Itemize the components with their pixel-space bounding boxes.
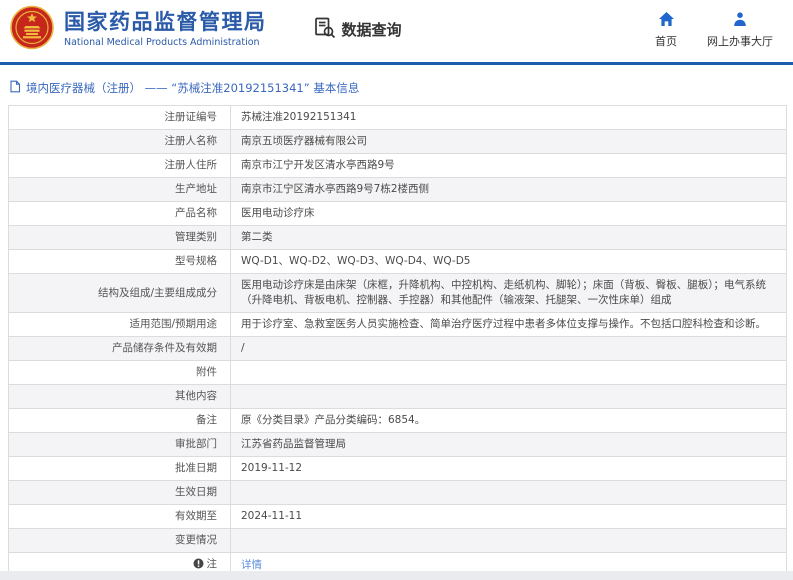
table-row: 适用范围/预期用途 用于诊疗室、急救室医务人员实施检查、简单治疗医疗过程中患者多… <box>8 312 787 337</box>
row-label: 变更情况 <box>8 528 231 553</box>
row-label-text: 管理类别 <box>175 231 217 243</box>
row-label: 生产地址 <box>8 177 231 202</box>
data-query-label: 数据查询 <box>341 21 402 39</box>
data-query-icon <box>313 16 336 43</box>
row-label-text: 注册证编号 <box>164 111 218 123</box>
row-label-text: 注 <box>206 558 218 570</box>
row-label-text: 其他内容 <box>175 390 217 402</box>
table-row: 生产地址 南京市江宁区清水亭西路9号7栋2楼西侧 <box>8 177 787 202</box>
national-emblem-logo <box>10 4 54 55</box>
row-label-text: 审批部门 <box>175 438 217 450</box>
row-label-text: 结构及组成/主要组成成分 <box>97 286 217 299</box>
site-subtitle: National Medical Products Administration <box>64 37 260 49</box>
row-label-text: 附件 <box>196 366 217 378</box>
row-value: 南京五顷医疗器械有限公司 <box>230 129 787 154</box>
table-row: 管理类别 第二类 <box>8 225 787 250</box>
row-value: 南京市江宁区清水亭西路9号7栋2楼西侧 <box>230 177 787 202</box>
row-value: 2019-11-12 <box>230 456 787 481</box>
row-label-text: 注册人名称 <box>164 135 218 147</box>
row-label: 生效日期 <box>8 480 231 505</box>
brand: 国家药品监督管理局 National Medical Products Admi… <box>10 4 267 55</box>
row-label: 备注 <box>8 408 231 433</box>
nav-service-hall-label: 网上办事大厅 <box>707 34 773 48</box>
row-label-text: 注册人住所 <box>164 159 218 171</box>
row-label: 产品储存条件及有效期 <box>8 336 231 361</box>
table-row: 审批部门 江苏省药品监督管理局 <box>8 432 787 457</box>
table-row: 批准日期 2019-11-12 <box>8 456 787 481</box>
table-row: 注册证编号 苏械注准20192151341 <box>8 105 787 130</box>
table-row: 附件 <box>8 360 787 385</box>
table-row: 注册人住所 南京市江宁开发区清水亭西路9号 <box>8 153 787 178</box>
row-label-text: 产品储存条件及有效期 <box>112 342 217 354</box>
row-value <box>230 360 787 385</box>
row-label-text: 变更情况 <box>175 534 217 546</box>
row-label: 注册证编号 <box>8 105 231 130</box>
table-row: 备注 原《分类目录》产品分类编码：6854。 <box>8 408 787 433</box>
site-header: 国家药品监督管理局 National Medical Products Admi… <box>0 0 793 65</box>
document-icon <box>9 80 21 96</box>
row-value <box>230 384 787 409</box>
row-label: 附件 <box>8 360 231 385</box>
row-value: 医用电动诊疗床是由床架（床框，升降机构、中控机构、走纸机构、脚轮）；床面（背板、… <box>230 273 787 313</box>
top-nav: 首页 网上办事大厅 <box>655 11 779 49</box>
row-value <box>230 480 787 505</box>
table-row: 型号规格 WQ-D1、WQ-D2、WQ-D3、WQ-D4、WQ-D5 <box>8 249 787 274</box>
brand-text: 国家药品监督管理局 National Medical Products Admi… <box>64 9 267 49</box>
row-label-text: 生产地址 <box>175 183 217 195</box>
row-label-text: 批准日期 <box>175 462 217 474</box>
nav-home[interactable]: 首页 <box>655 11 677 49</box>
row-value: 2024-11-11 <box>230 504 787 529</box>
table-row: 有效期至 2024-11-11 <box>8 504 787 529</box>
row-label-text: 生效日期 <box>175 486 217 498</box>
info-table-body: 注册证编号 苏械注准20192151341 注册人名称 南京五顷医疗器械有限公司… <box>8 105 787 579</box>
footer-strip <box>0 571 793 580</box>
row-label-text: 备注 <box>196 414 217 426</box>
row-label: 注册人住所 <box>8 153 231 178</box>
row-value: 苏械注准20192151341 <box>230 105 787 130</box>
row-label: 管理类别 <box>8 225 231 250</box>
nav-home-label: 首页 <box>655 34 677 48</box>
row-value: / <box>230 336 787 361</box>
row-value: 用于诊疗室、急救室医务人员实施检查、简单治疗医疗过程中患者多体位支撑与操作。不包… <box>230 312 787 337</box>
row-label: 型号规格 <box>8 249 231 274</box>
row-value: 南京市江宁开发区清水亭西路9号 <box>230 153 787 178</box>
row-label: 其他内容 <box>8 384 231 409</box>
row-value: 原《分类目录》产品分类编码：6854。 <box>230 408 787 433</box>
detail-link[interactable]: 详情 <box>241 559 262 571</box>
site-title: 国家药品监督管理局 <box>64 9 267 34</box>
row-label-text: 有效期至 <box>175 510 217 522</box>
row-label: 产品名称 <box>8 201 231 226</box>
registration-info-table: 注册证编号 苏械注准20192151341 注册人名称 南京五顷医疗器械有限公司… <box>8 105 787 579</box>
table-row: 结构及组成/主要组成成分 医用电动诊疗床是由床架（床框，升降机构、中控机构、走纸… <box>8 273 787 313</box>
row-label-text: 产品名称 <box>175 207 217 219</box>
row-label-text: 适用范围/预期用途 <box>129 318 217 330</box>
user-icon <box>732 11 748 30</box>
row-value: 江苏省药品监督管理局 <box>230 432 787 457</box>
table-row: 注册人名称 南京五顷医疗器械有限公司 <box>8 129 787 154</box>
row-label: 有效期至 <box>8 504 231 529</box>
breadcrumb-text: 境内医疗器械（注册） —— “苏械注准20192151341” 基本信息 <box>26 81 360 95</box>
row-label: 注册人名称 <box>8 129 231 154</box>
row-label: 批准日期 <box>8 456 231 481</box>
row-value: 第二类 <box>230 225 787 250</box>
row-label: 适用范围/预期用途 <box>8 312 231 337</box>
row-value: WQ-D1、WQ-D2、WQ-D3、WQ-D4、WQ-D5 <box>230 249 787 274</box>
table-row: 生效日期 <box>8 480 787 505</box>
row-label: 结构及组成/主要组成成分 <box>8 273 231 313</box>
row-value <box>230 528 787 553</box>
row-value: 医用电动诊疗床 <box>230 201 787 226</box>
table-row: 其他内容 <box>8 384 787 409</box>
row-label-text: 型号规格 <box>175 255 217 267</box>
data-query-section[interactable]: 数据查询 <box>313 16 402 43</box>
home-icon <box>658 11 675 30</box>
nav-service-hall[interactable]: 网上办事大厅 <box>707 11 773 49</box>
breadcrumb: 境内医疗器械（注册） —— “苏械注准20192151341” 基本信息 <box>9 80 783 96</box>
table-row: 产品储存条件及有效期 / <box>8 336 787 361</box>
row-label: 审批部门 <box>8 432 231 457</box>
table-row: 变更情况 <box>8 528 787 553</box>
table-row: 产品名称 医用电动诊疗床 <box>8 201 787 226</box>
